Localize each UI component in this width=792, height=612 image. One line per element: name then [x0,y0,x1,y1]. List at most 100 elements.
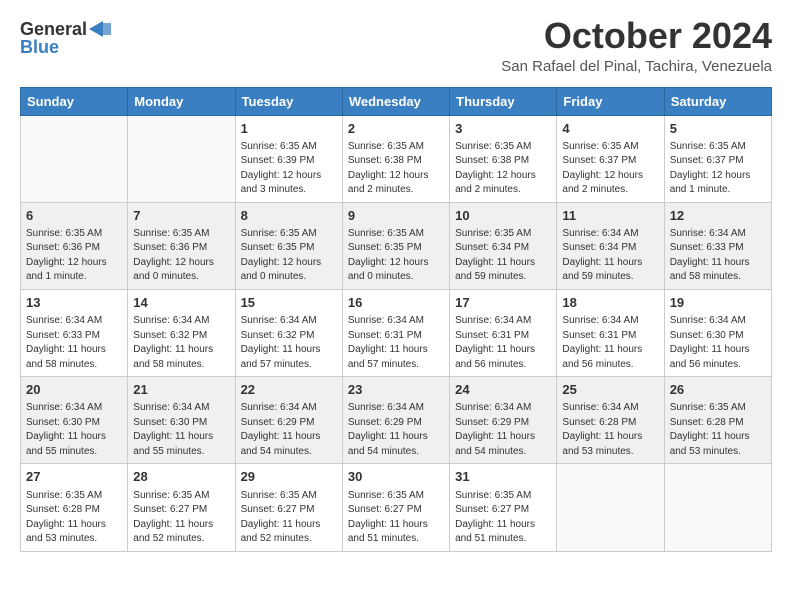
table-row: 4Sunrise: 6:35 AMSunset: 6:37 PMDaylight… [557,115,664,202]
table-row: 24Sunrise: 6:34 AMSunset: 6:29 PMDayligh… [450,377,557,464]
daylight-text: Daylight: 11 hours and 53 minutes. [26,518,122,547]
day-number: 30 [348,468,444,486]
sunrise-text: Sunrise: 6:35 AM [348,227,444,242]
day-info: Sunrise: 6:35 AMSunset: 6:38 PMDaylight:… [455,140,551,198]
daylight-text: Daylight: 11 hours and 53 minutes. [562,430,658,459]
day-info: Sunrise: 6:34 AMSunset: 6:28 PMDaylight:… [562,401,658,459]
sunrise-text: Sunrise: 6:35 AM [670,401,766,416]
day-number: 27 [26,468,122,486]
daylight-text: Daylight: 11 hours and 57 minutes. [241,343,337,372]
sunset-text: Sunset: 6:31 PM [562,329,658,344]
day-number: 20 [26,381,122,399]
weekday-header-row: Sunday Monday Tuesday Wednesday Thursday… [21,87,772,115]
calendar-week-row: 6Sunrise: 6:35 AMSunset: 6:36 PMDaylight… [21,202,772,289]
day-number: 13 [26,294,122,312]
sunrise-text: Sunrise: 6:34 AM [26,401,122,416]
day-info: Sunrise: 6:34 AMSunset: 6:31 PMDaylight:… [348,314,444,372]
logo-icon [89,21,111,37]
sunrise-text: Sunrise: 6:35 AM [348,140,444,155]
daylight-text: Daylight: 11 hours and 52 minutes. [241,518,337,547]
daylight-text: Daylight: 11 hours and 59 minutes. [562,256,658,285]
day-number: 4 [562,120,658,138]
sunrise-text: Sunrise: 6:34 AM [348,314,444,329]
table-row: 12Sunrise: 6:34 AMSunset: 6:33 PMDayligh… [664,202,771,289]
sunrise-text: Sunrise: 6:35 AM [133,489,229,504]
title-area: October 2024 San Rafael del Pinal, Tachi… [501,16,772,75]
sunrise-text: Sunrise: 6:34 AM [562,401,658,416]
daylight-text: Daylight: 11 hours and 55 minutes. [26,430,122,459]
sunrise-text: Sunrise: 6:34 AM [241,401,337,416]
day-info: Sunrise: 6:34 AMSunset: 6:30 PMDaylight:… [26,401,122,459]
day-number: 21 [133,381,229,399]
table-row: 14Sunrise: 6:34 AMSunset: 6:32 PMDayligh… [128,289,235,376]
day-number: 11 [562,207,658,225]
sunset-text: Sunset: 6:28 PM [26,503,122,518]
day-info: Sunrise: 6:35 AMSunset: 6:35 PMDaylight:… [348,227,444,285]
table-row: 16 Sunrise: 6:34 AMSunset: 6:31 PMDayligh… [342,289,449,376]
sunset-text: Sunset: 6:32 PM [133,329,229,344]
table-row: 22Sunrise: 6:34 AMSunset: 6:29 PMDayligh… [235,377,342,464]
daylight-text: Daylight: 12 hours and 2 minutes. [455,169,551,198]
sunset-text: Sunset: 6:36 PM [26,241,122,256]
day-info: Sunrise: 6:35 AMSunset: 6:28 PMDaylight:… [26,489,122,547]
sunset-text: Sunset: 6:30 PM [26,416,122,431]
sunset-text: Sunset: 6:27 PM [455,503,551,518]
calendar-week-row: 27Sunrise: 6:35 AMSunset: 6:28 PMDayligh… [21,464,772,551]
sunrise-text: Sunrise: 6:35 AM [562,140,658,155]
header-tuesday: Tuesday [235,87,342,115]
day-number: 19 [670,294,766,312]
day-info: Sunrise: 6:34 AMSunset: 6:34 PMDaylight:… [562,227,658,285]
sunrise-text: Sunrise: 6:35 AM [241,489,337,504]
daylight-text: Daylight: 12 hours and 0 minutes. [241,256,337,285]
sunset-text: Sunset: 6:38 PM [348,154,444,169]
day-info: Sunrise: 6:34 AMSunset: 6:32 PMDaylight:… [133,314,229,372]
daylight-text: Daylight: 11 hours and 57 minutes. [348,343,444,372]
day-number: 8 [241,207,337,225]
daylight-text: Daylight: 11 hours and 56 minutes. [455,343,551,372]
sunrise-text: Sunrise: 6:35 AM [133,227,229,242]
location-subtitle: San Rafael del Pinal, Tachira, Venezuela [501,58,772,75]
month-title: October 2024 [501,16,772,56]
day-info: Sunrise: 6:34 AMSunset: 6:33 PMDaylight:… [670,227,766,285]
sunset-text: Sunset: 6:28 PM [670,416,766,431]
table-row: 10Sunrise: 6:35 AMSunset: 6:34 PMDayligh… [450,202,557,289]
sunrise-text: Sunrise: 6:35 AM [455,489,551,504]
table-row: 18Sunrise: 6:34 AMSunset: 6:31 PMDayligh… [557,289,664,376]
header-friday: Friday [557,87,664,115]
daylight-text: Daylight: 12 hours and 2 minutes. [562,169,658,198]
sunrise-text: Sunrise: 6:34 AM [455,401,551,416]
header-wednesday: Wednesday [342,87,449,115]
daylight-text: Daylight: 11 hours and 54 minutes. [455,430,551,459]
sunset-text: Sunset: 6:27 PM [241,503,337,518]
table-row: 5Sunrise: 6:35 AMSunset: 6:37 PMDaylight… [664,115,771,202]
day-info: Sunrise: 6:35 AMSunset: 6:27 PMDaylight:… [133,489,229,547]
daylight-text: Daylight: 11 hours and 58 minutes. [670,256,766,285]
sunset-text: Sunset: 6:29 PM [455,416,551,431]
day-info: Sunrise: 6:35 AMSunset: 6:27 PMDaylight:… [455,489,551,547]
sunset-text: Sunset: 6:34 PM [562,241,658,256]
day-info: Sunrise: 6:35 AMSunset: 6:37 PMDaylight:… [670,140,766,198]
daylight-text: Daylight: 12 hours and 0 minutes. [133,256,229,285]
daylight-text: Daylight: 11 hours and 52 minutes. [133,518,229,547]
table-row: 17Sunrise: 6:34 AMSunset: 6:31 PMDayligh… [450,289,557,376]
header-saturday: Saturday [664,87,771,115]
sunset-text: Sunset: 6:34 PM [455,241,551,256]
sunset-text: Sunset: 6:33 PM [670,241,766,256]
sunset-text: Sunset: 6:27 PM [348,503,444,518]
daylight-text: Daylight: 11 hours and 54 minutes. [241,430,337,459]
day-number: 2 [348,120,444,138]
sunrise-text: Sunrise: 6:34 AM [455,314,551,329]
day-number: 28 [133,468,229,486]
sunset-text: Sunset: 6:31 PM [455,329,551,344]
table-row: 28 Sunrise: 6:35 AMSunset: 6:27 PMDayligh… [128,464,235,551]
day-number: 16 [348,294,444,312]
logo-general-text: General [20,20,87,38]
sunset-text: Sunset: 6:28 PM [562,416,658,431]
sunset-text: Sunset: 6:29 PM [348,416,444,431]
sunrise-text: Sunrise: 6:35 AM [26,227,122,242]
sunset-text: Sunset: 6:29 PM [241,416,337,431]
day-info: Sunrise: 6:35 AMSunset: 6:38 PMDaylight:… [348,140,444,198]
table-row: 9Sunrise: 6:35 AMSunset: 6:35 PMDaylight… [342,202,449,289]
sunrise-text: Sunrise: 6:35 AM [241,140,337,155]
day-info: Sunrise: 6:34 AMSunset: 6:30 PMDaylight:… [670,314,766,372]
